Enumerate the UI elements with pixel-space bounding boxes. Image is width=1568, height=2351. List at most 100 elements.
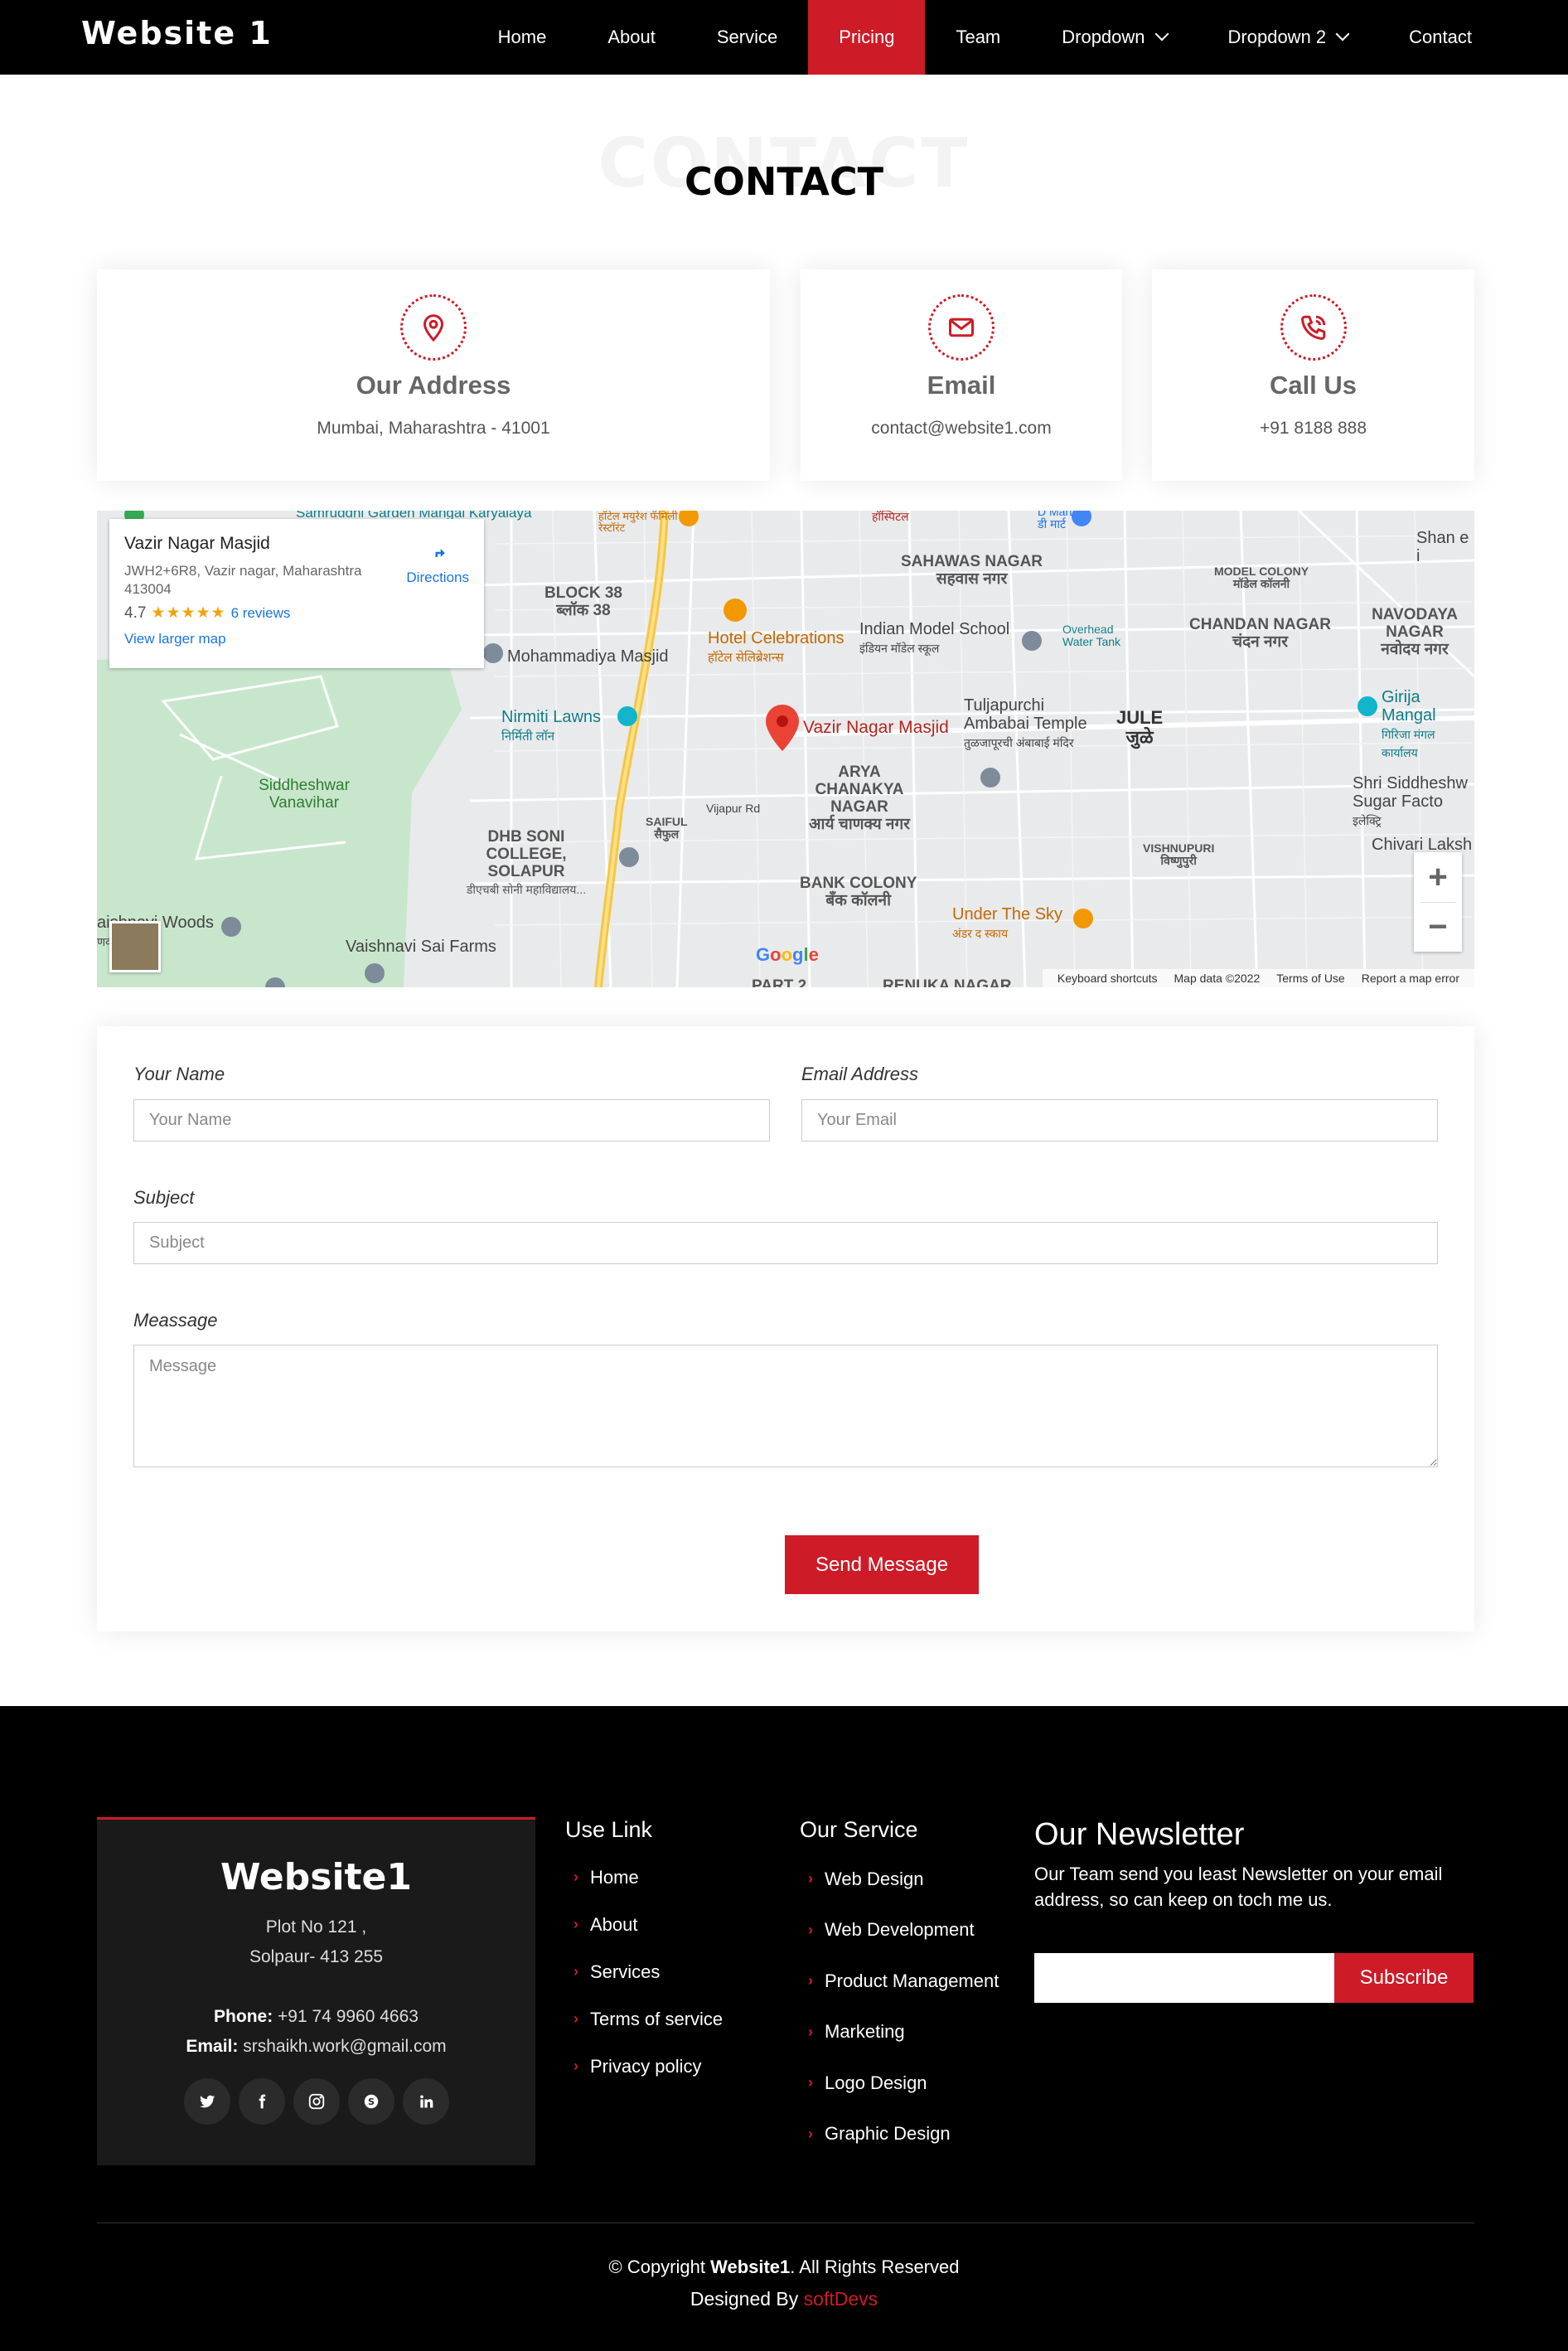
footer-contact-box: Website1 Plot No 121 , Solpaur- 413 255 … [97,1817,535,2165]
map-label-dhb-soni: DHB SONI COLLEGE, SOLAPUR डीएचबी सोनी महा… [466,828,587,896]
use-link-list: › Home › About › Services › Terms of service… [573,1854,723,2090]
keyboard-shortcuts-link[interactable]: Keyboard shortcuts [1057,972,1158,985]
page-title: CONTACT [685,159,883,204]
footer-service-logo-design[interactable]: › Logo Design [808,2058,999,2109]
map-label-renuka: RENUKA NAGAR [883,977,1012,987]
nav-item-dropdown-2[interactable]: Dropdown 2 [1198,0,1379,75]
phone-icon [1280,294,1347,361]
footer-service-web-design[interactable]: › Web Design [808,1854,999,1905]
email-input[interactable] [801,1099,1438,1142]
map-label-arya: ARYA CHANAKYA NAGAR आर्य चाणक्य नगर [809,763,910,833]
view-larger-map-link[interactable]: View larger map [124,631,469,647]
map-label-siddheshwar: Siddheshwar Vanavihar [259,777,350,812]
nav-item-team[interactable]: Team [925,0,1031,75]
footer-link-home[interactable]: › Home [573,1854,723,1901]
linkedin-icon[interactable] [402,2078,449,2125]
map-label-jule: JULE जुळे [1116,707,1164,749]
twitter-icon[interactable] [183,2078,230,2125]
chevron-right-icon: › [573,1916,578,1932]
send-message-button[interactable]: Send Message [785,1535,979,1594]
chevron-right-icon: › [808,1972,813,1990]
map-poi-hotel: Hotel Celebrations हॉटेल सेलिब्रेशन्स [708,629,844,665]
subscribe-button[interactable]: Subscribe [1334,1953,1474,2003]
nav-item-contact[interactable]: Contact [1378,0,1568,75]
map-label-shan-e: Shan e i [1416,529,1469,565]
nav-item-pricing[interactable]: Pricing [808,0,926,75]
navbar: Website 1 Home About Service Pricing Tea… [0,0,1568,75]
report-map-error-link[interactable]: Report a map error [1362,972,1459,985]
chevron-right-icon: › [573,1963,578,1980]
map-label-part2: PART 2 [752,977,807,987]
map-poi-nirmiti: Nirmiti Lawns निर्मिती लॉन [501,708,602,744]
chevron-right-icon: › [808,1921,813,1938]
social-links: S [97,2078,535,2125]
newsletter-title: Our Newsletter [1034,1817,1245,1852]
card-title: Our Address [356,371,511,400]
map-label-vishnupuri: VISHNUPURI विष्णुपुरी [1143,841,1215,868]
directions-button[interactable]: Directions [406,540,469,586]
satellite-toggle[interactable] [109,921,161,972]
map-poi-hospital: हॉस्पिटल [872,511,909,523]
facebook-icon[interactable] [238,2078,285,2125]
card-title: Call Us [1269,371,1357,400]
nav-item-home[interactable]: Home [467,0,578,75]
footer: Website1 Plot No 121 , Solpaur- 413 255 … [0,1706,1568,2351]
footer-link-terms[interactable]: › Terms of service [573,1995,723,2043]
subject-label: Subject [133,1187,195,1208]
nav-menu: Home About Service Pricing Team Dropdown… [467,0,1568,75]
designed-by: Designed By softDevs [690,2288,878,2310]
place-rating: 4.7 ★★★★★ 6 reviews [124,604,291,623]
call-card: Call Us +91 8188 888 [1152,269,1474,481]
footer-link-privacy[interactable]: › Privacy policy [573,2043,723,2090]
svg-text:S: S [368,2097,375,2107]
subject-input[interactable] [133,1222,1438,1264]
map-label-model-colony: MODEL COLONY मॉडेल कॉलनी [1214,565,1309,591]
nav-item-label: Dropdown [1062,27,1145,47]
chevron-down-icon [1335,27,1350,41]
zoom-controls: + − [1414,852,1462,952]
email-card: Email contact@website1.com [801,269,1122,481]
zoom-out-button[interactable]: − [1414,902,1462,952]
instagram-icon[interactable] [293,2078,340,2125]
chevron-right-icon: › [808,1870,813,1888]
newsletter-email-input[interactable] [1034,1953,1334,2003]
map-poi-tuljapurchi: Tuljapurchi Ambabai Temple तुळजापूरची अंब… [964,696,1087,749]
section-title: CONTACT CONTACT [0,124,1568,216]
footer-service-graphic-design[interactable]: › Graphic Design [808,2109,999,2160]
nav-item-label: Team [956,27,1001,47]
map-label-saiful: SAIFUL सैफुल [646,815,688,841]
map-poi-dmart: D Mart डी मार्ट [1038,511,1072,531]
footer-address-line-1: Plot No 121 , [265,1917,367,1937]
footer-link-services[interactable]: › Services [573,1948,723,1995]
nav-item-service[interactable]: Service [686,0,808,75]
place-address: JWH2+6R8, Vazir nagar, Maharashtra 41300… [124,563,362,598]
message-textarea[interactable] [133,1345,1438,1467]
map-poi-shri-siddheshwar: Shri Siddheshw Sugar Facto इलेक्ट्रि [1353,774,1468,827]
reviews-link[interactable]: 6 reviews [231,605,291,621]
brand-logo[interactable]: Website 1 [81,15,273,51]
skype-icon[interactable]: S [347,2078,394,2125]
footer-link-about[interactable]: › About [573,1901,723,1948]
chevron-right-icon: › [808,2074,813,2092]
our-service-list: › Web Design › Web Development › Product Ma… [808,1854,999,2160]
envelope-icon [928,294,995,361]
zoom-in-button[interactable]: + [1414,852,1462,902]
chevron-right-icon: › [573,1869,578,1885]
footer-service-web-development[interactable]: › Web Development [808,1905,999,1956]
nav-item-dropdown[interactable]: Dropdown [1031,0,1197,75]
embedded-map[interactable]: BLOCK 38 ब्लॉक 38 SAHAWAS NAGAR सहवास नगर … [97,511,1474,987]
map-poi-indian-model-school: Indian Model School इंडियन मॉडेल स्कूल [859,620,1010,655]
nav-item-about[interactable]: About [577,0,686,75]
nav-item-label: Home [497,27,547,47]
our-service-title: Our Service [800,1817,918,1842]
terms-link[interactable]: Terms of Use [1276,972,1344,985]
map-poi-chivari: Chivari Laksh [1372,836,1473,854]
footer-service-marketing[interactable]: › Marketing [808,2007,999,2058]
designer-link[interactable]: softDevs [804,2288,878,2310]
footer-service-product-management[interactable]: › Product Management [808,1956,999,2007]
contact-form: Your Name Email Address Subject Meassage… [97,1026,1474,1631]
use-link-title: Use Link [565,1817,653,1842]
name-input[interactable] [133,1099,770,1142]
nav-item-label: About [607,27,656,47]
footer-brand: Website1 [220,1856,413,1898]
